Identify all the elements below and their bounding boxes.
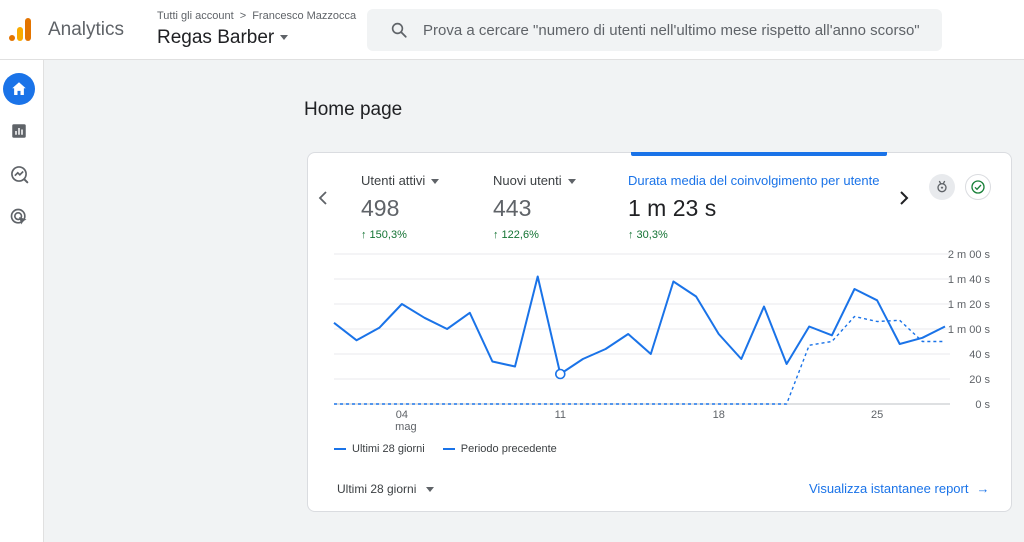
sidebar <box>0 60 44 542</box>
check-circle-icon <box>971 180 985 194</box>
y-tick-label: 2 m 00 s <box>948 249 991 261</box>
caret-down-icon <box>426 487 435 493</box>
legend-label-current: Ultimi 28 giorni <box>352 443 425 455</box>
date-range-label: Ultimi 28 giorni <box>337 482 417 496</box>
nav-reports[interactable] <box>3 115 35 147</box>
x-tick-label: 25 <box>871 409 883 421</box>
caret-down-icon <box>280 35 289 41</box>
y-tick-label: 40 s <box>969 349 990 361</box>
arrow-right-icon: → <box>976 481 990 496</box>
metric-label: Durata media del coinvolgimento per uten… <box>628 173 880 188</box>
x-tick-label: 11 <box>555 409 566 421</box>
x-tick-label: 04 <box>396 409 408 421</box>
metric-engagement-time[interactable]: Durata media del coinvolgimento per uten… <box>628 173 879 241</box>
caret-down-icon <box>431 179 440 185</box>
legend-solid-line <box>334 448 346 450</box>
highlighted-data-point <box>554 368 566 380</box>
selected-tab-indicator <box>631 152 887 156</box>
breadcrumb-user[interactable]: Francesco Mazzocca <box>252 10 356 22</box>
y-tick-label: 0 s <box>975 399 990 411</box>
nav-explore[interactable] <box>3 158 35 190</box>
y-tick-label: 1 m 20 s <box>948 299 991 311</box>
home-icon <box>12 82 26 95</box>
series-line-current <box>333 275 946 375</box>
insights-icon <box>937 180 947 193</box>
data-quality-button[interactable] <box>965 174 991 200</box>
nav-home[interactable] <box>3 73 35 105</box>
reports-icon <box>12 124 26 138</box>
metric-change: ↑ 122,6% <box>493 229 539 241</box>
metric-value: 498 <box>361 195 400 221</box>
chart-legend: Ultimi 28 giorni Periodo precedente <box>334 443 557 455</box>
y-tick-label: 1 m 00 s <box>948 324 991 336</box>
metric-change: ↑ 30,3% <box>628 229 668 241</box>
legend-dashed-line <box>442 448 455 450</box>
chevron-left-icon[interactable] <box>316 187 330 209</box>
metric-label: Utenti attivi <box>361 173 440 188</box>
y-tick-label: 1 m 40 s <box>948 274 991 286</box>
explore-icon <box>11 166 29 184</box>
x-tick-sublabel: mag <box>395 421 416 433</box>
advertising-icon <box>10 208 27 225</box>
engagement-line-chart: 0 s 20 s 40 s 1 m 00 s 1 m 20 s 1 m 40 s 2 m 0… <box>333 249 991 433</box>
search-input[interactable] <box>423 9 933 51</box>
metric-active-users[interactable]: Utenti attivi 498 ↑ 150,3% <box>361 173 440 241</box>
property-selector[interactable]: Regas Barber <box>157 27 289 49</box>
legend-item-current: Ultimi 28 giorni <box>334 443 425 455</box>
app-name: Analytics <box>48 19 125 40</box>
breadcrumb[interactable]: Tutti gli account > Francesco Mazzocca <box>157 10 356 22</box>
breadcrumb-separator: > <box>239 10 247 22</box>
search-bar[interactable] <box>367 9 942 51</box>
metric-value: 443 <box>493 195 532 221</box>
breadcrumb-account[interactable]: Tutti gli account <box>157 10 234 22</box>
insights-button[interactable] <box>929 174 955 200</box>
y-tick-label: 20 s <box>969 374 990 386</box>
top-header: Analytics Tutti gli account > Francesco … <box>0 0 1024 60</box>
chevron-right-icon[interactable] <box>897 187 911 209</box>
analytics-logo-icon[interactable] <box>8 17 32 43</box>
view-report-snapshot-link[interactable]: Visualizza istantanee report → <box>809 481 989 496</box>
metric-new-users[interactable]: Nuovi utenti 443 ↑ 122,6% <box>493 173 576 241</box>
property-name: Regas Barber <box>157 27 275 48</box>
caret-down-icon <box>567 179 576 185</box>
nav-advertising[interactable] <box>3 201 35 233</box>
overview-card: Utenti attivi 498 ↑ 150,3% Nuovi utenti … <box>307 152 1012 512</box>
search-icon <box>391 22 407 38</box>
metric-label: Nuovi utenti <box>493 173 576 188</box>
metric-value: 1 m 23 s <box>628 195 717 221</box>
report-link-label: Visualizza istantanee report <box>809 481 969 496</box>
x-tick-label: 18 <box>713 409 725 421</box>
legend-item-previous: Periodo precedente <box>442 443 557 455</box>
date-range-selector[interactable]: Ultimi 28 giorni <box>337 482 435 496</box>
legend-label-previous: Periodo precedente <box>460 443 557 455</box>
series-line-previous <box>334 315 945 405</box>
page-title: Home page <box>304 99 403 120</box>
metric-change: ↑ 150,3% <box>361 229 407 241</box>
